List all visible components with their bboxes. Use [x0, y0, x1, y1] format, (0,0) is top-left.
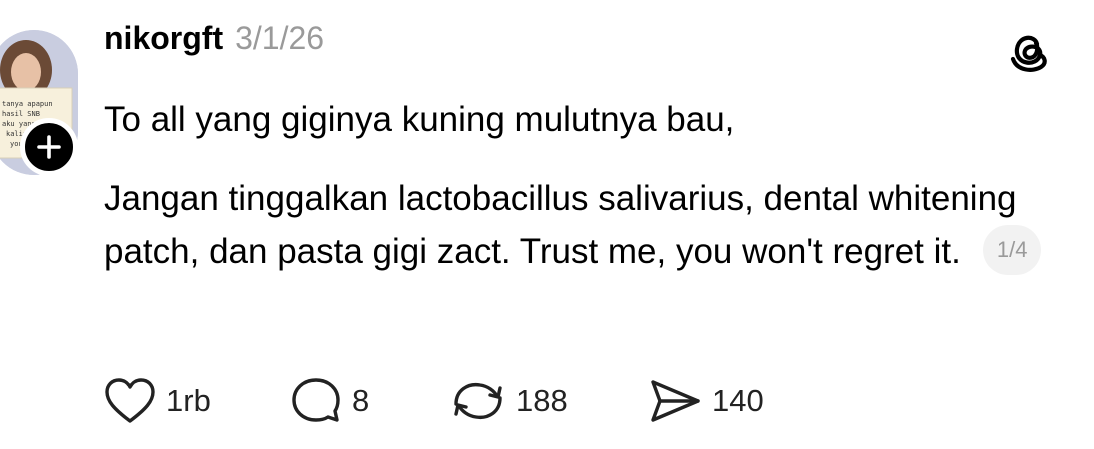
avatar-sign-line: hasil SNB	[2, 110, 40, 118]
post-text-line: To all yang giginya kuning mulutnya bau,	[104, 100, 735, 139]
action-bar: 1rb 8 188 140	[104, 376, 864, 426]
heart-icon	[105, 378, 155, 423]
like-count: 1rb	[166, 383, 211, 418]
share-count: 140	[712, 383, 764, 418]
repost-button[interactable]: 188	[450, 376, 568, 426]
thread-post: tanya apapun hasil SNB aku yang kalian y…	[0, 0, 1094, 449]
avatar-sign-line: tanya apapun	[2, 100, 53, 108]
post-header: nikorgft 3/1/26	[104, 20, 324, 68]
share-button[interactable]: 140	[648, 376, 764, 426]
post-body: To all yang giginya kuning mulutnya bau,…	[104, 93, 1064, 279]
post-timestamp: 3/1/26	[235, 20, 325, 56]
repost-count: 188	[516, 383, 568, 418]
post-text-paragraph: Jangan tinggalkan lactobacillus salivari…	[104, 172, 1064, 279]
avatar-container: tanya apapun hasil SNB aku yang kalian y…	[0, 30, 80, 176]
reply-button[interactable]: 8	[290, 376, 369, 426]
send-paper-plane-icon	[651, 380, 700, 422]
follow-button[interactable]	[20, 118, 78, 176]
like-button[interactable]: 1rb	[104, 376, 211, 426]
reply-count: 8	[352, 383, 370, 418]
threads-logo-icon[interactable]	[1003, 27, 1053, 73]
repost-arrows-icon	[454, 382, 502, 420]
speech-bubble-icon	[292, 378, 340, 422]
plus-icon	[37, 135, 61, 159]
page-indicator-badge[interactable]: 1/4	[982, 224, 1042, 275]
post-text-line: Jangan tinggalkan lactobacillus salivari…	[104, 179, 1017, 271]
username-link[interactable]: nikorgft	[104, 20, 223, 57]
